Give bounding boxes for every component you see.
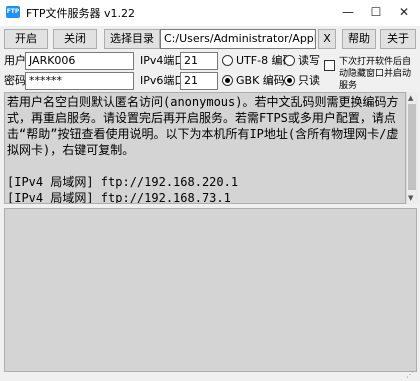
user-label: 用户 xyxy=(4,54,26,67)
minimize-button[interactable]: — xyxy=(334,0,362,26)
log-panel[interactable]: 若用户名空白则默认匿名访问(anonymous)。若中文乱码则需更换编码方式，再… xyxy=(4,92,406,204)
close-window-button[interactable]: ✕ xyxy=(390,0,418,26)
ipv6-port-label: IPv6端口 xyxy=(140,74,186,87)
output-panel xyxy=(4,208,417,372)
ipv4-port-label: IPv4端口 xyxy=(140,54,186,67)
read-only-radio[interactable] xyxy=(284,75,295,86)
username-input[interactable]: JARK006 xyxy=(25,52,134,70)
scroll-up-icon[interactable]: ▲ xyxy=(408,94,413,102)
maximize-button[interactable]: ☐ xyxy=(362,0,390,26)
read-only-label: 只读 xyxy=(298,74,320,87)
choose-directory-button[interactable]: 选择目录 xyxy=(104,29,160,49)
clear-path-button[interactable]: X xyxy=(318,29,336,49)
autostart-checkbox[interactable] xyxy=(324,60,335,71)
scroll-thumb[interactable] xyxy=(408,104,416,190)
ipv4-port-input[interactable]: 21 xyxy=(180,52,218,70)
password-label: 密码 xyxy=(4,74,26,87)
read-write-radio[interactable] xyxy=(284,55,295,66)
ipv6-port-input[interactable]: 21 xyxy=(180,72,218,90)
gbk-encoding-radio[interactable] xyxy=(222,75,233,86)
scroll-down-icon[interactable]: ▼ xyxy=(408,194,413,202)
log-text: 若用户名空白则默认匿名访问(anonymous)。若中文乱码则需更换编码方式，再… xyxy=(7,95,399,204)
window-title: FTP文件服务器 v1.22 xyxy=(26,7,135,20)
gbk-encoding-label: GBK 编码 xyxy=(236,74,285,87)
app-icon: FTP xyxy=(6,6,20,18)
autostart-label: 下次打开软件后自动隐藏窗口并启动服务 xyxy=(339,57,412,91)
help-button[interactable]: 帮助 xyxy=(342,29,376,49)
password-input[interactable]: ****** xyxy=(25,72,134,90)
read-write-label: 读写 xyxy=(298,54,320,67)
stop-server-button[interactable]: 关闭 xyxy=(53,29,97,49)
resize-grip-icon[interactable]: ⋰ xyxy=(406,370,418,380)
about-button[interactable]: 关于 xyxy=(380,29,416,49)
start-server-button[interactable]: 开启 xyxy=(4,29,48,49)
utf8-encoding-radio[interactable] xyxy=(222,55,233,66)
directory-path-input[interactable]: C:/Users/Administrator/AppData/L xyxy=(160,29,316,49)
